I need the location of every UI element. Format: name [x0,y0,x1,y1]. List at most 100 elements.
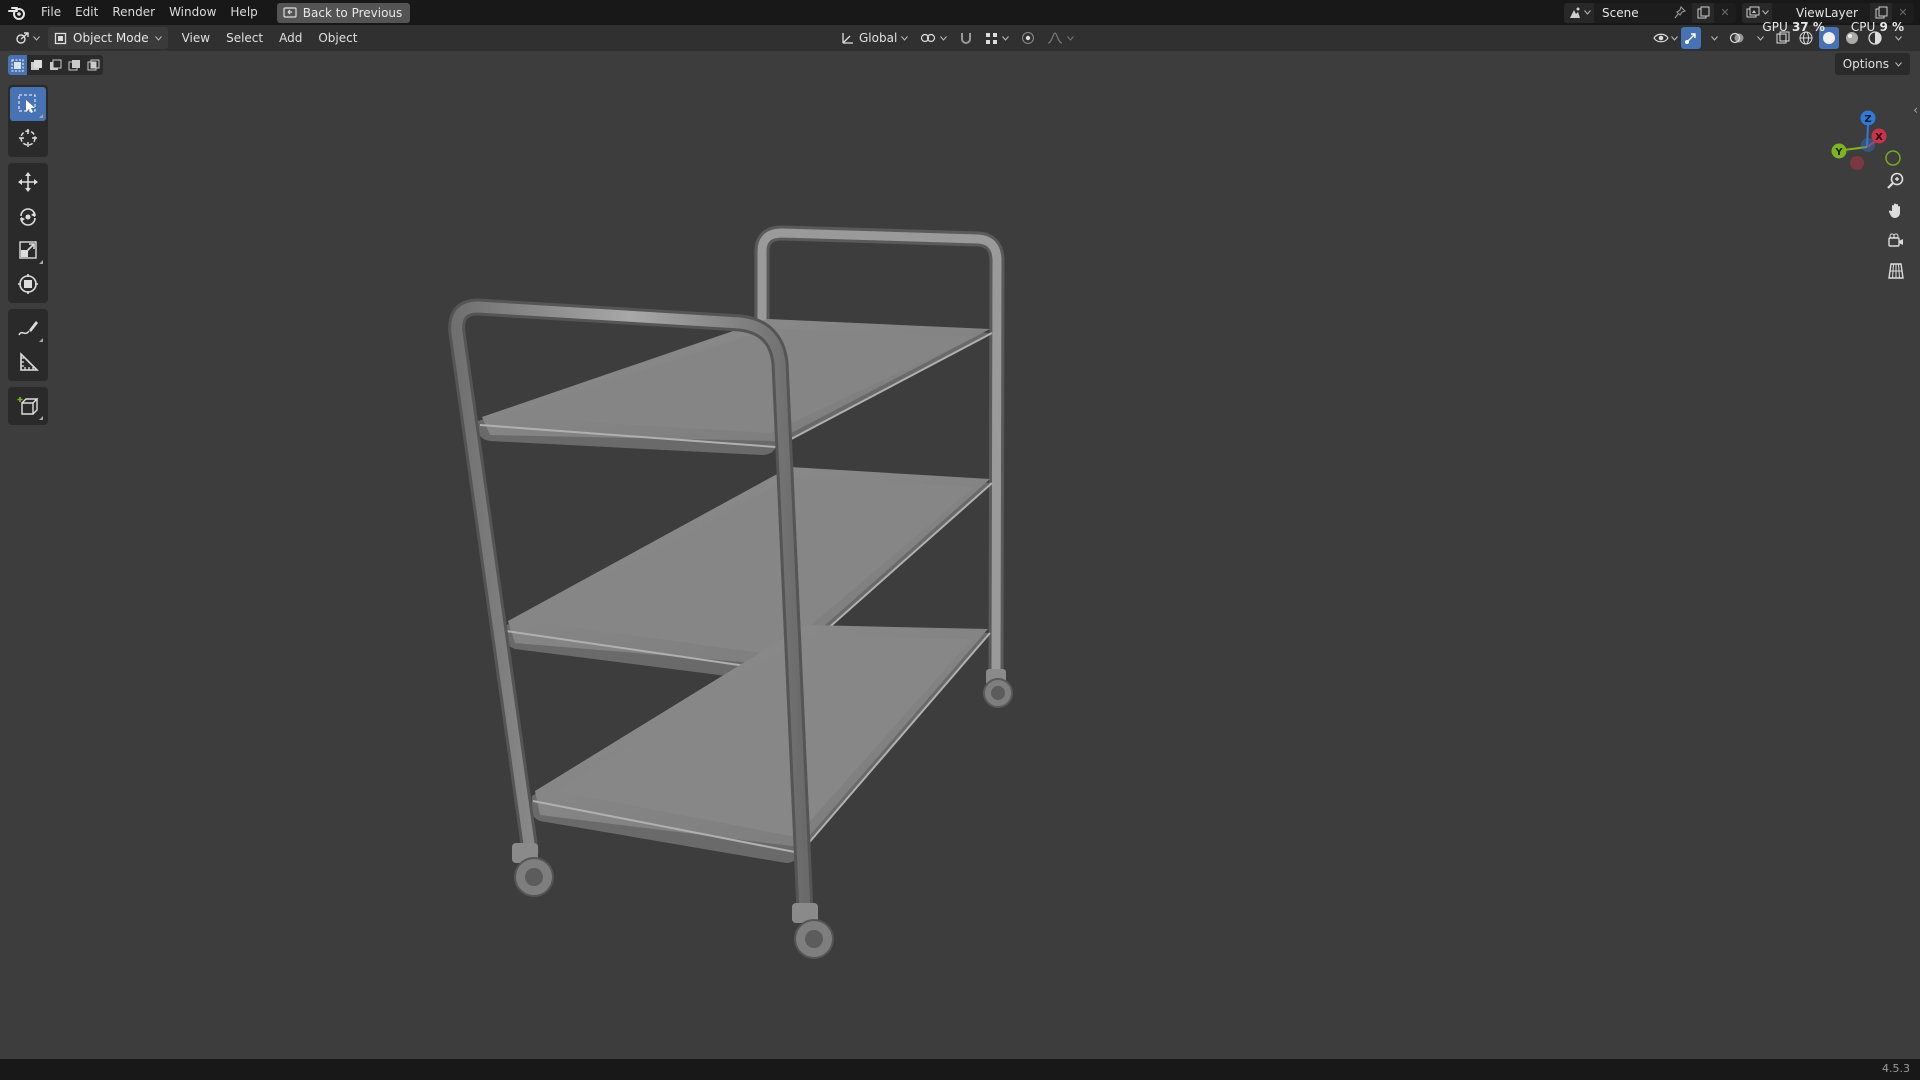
cursor-tool[interactable] [10,121,46,155]
view-layer-name: ViewLayer [1796,5,1858,20]
performance-stats: GPU 37 % CPU 9 % [1762,20,1904,34]
zoom-button[interactable] [1881,166,1911,196]
grid-perspective-icon [1888,263,1904,279]
perspective-toggle-button[interactable] [1881,256,1911,286]
3d-viewport-icon [15,32,29,44]
add-cube-tool[interactable] [10,389,46,423]
chevron-down-icon [1067,35,1075,41]
menu-render[interactable]: Render [105,0,162,25]
snap-toggle[interactable] [954,27,978,49]
version-label: 4.5.3 [1882,1062,1910,1075]
select-subtract-icon [50,59,62,70]
duplicate-icon [1697,6,1709,19]
scale-tool[interactable] [10,233,46,267]
shelf-bottom [531,625,991,863]
wheel-back-right [983,669,1013,708]
orientation-icon [842,33,853,44]
object-mode-dropdown[interactable]: Object Mode [48,27,168,49]
chevron-down-icon [1756,35,1764,41]
scene-name-field[interactable]: Scene [1594,2,1692,23]
select-intersect-button[interactable] [84,55,103,75]
cursor-icon [19,129,37,147]
tool-group-select [8,85,48,157]
rotate-icon [20,208,36,226]
menu-file[interactable]: File [34,0,68,25]
shelf-top [478,319,993,455]
navigation-tools [1881,166,1915,286]
move-tool[interactable] [10,165,46,199]
select-subtract-button[interactable] [46,55,65,75]
tool-variants-indicator [39,260,43,264]
overlays-toggle[interactable] [1727,27,1747,49]
gizmos-dropdown[interactable] [1704,27,1724,49]
scene-icon [1569,7,1580,18]
view-layer-icon [1746,6,1759,17]
sidebar-toggle-icon[interactable]: ‹ [1913,103,1918,117]
measure-tool[interactable] [10,345,46,379]
cpu-stat: CPU 9 % [1851,20,1904,34]
options-label: Options [1842,57,1889,71]
options-dropdown[interactable]: Options [1834,53,1910,75]
magnet-icon [961,33,972,44]
tool-variants-indicator [39,338,43,342]
move-icon [18,172,38,192]
scale-icon [19,241,37,259]
tool-group-transform [8,163,48,303]
snap-target-dropdown[interactable] [980,27,1014,49]
transform-tool[interactable] [10,267,46,301]
proportional-falloff-dropdown[interactable] [1042,27,1079,49]
annotate-tool[interactable] [10,311,46,345]
pan-button[interactable] [1881,196,1911,226]
service-cart-model[interactable] [430,211,1030,1001]
back-to-previous-button[interactable]: Back to Previous [276,2,411,23]
pivot-point-dropdown[interactable] [915,27,952,49]
gizmo-neg-x-handle[interactable] [1850,156,1864,170]
cpu-label: CPU [1850,20,1876,34]
new-scene-button[interactable] [1692,2,1714,23]
chevron-down-icon [1002,35,1010,41]
proportional-edit-icon [1022,31,1035,45]
wheel-front-right [792,903,834,959]
gizmo-z-label: Z [1864,114,1871,125]
delete-scene-button[interactable]: ✕ [1714,2,1736,23]
menu-help[interactable]: Help [223,0,264,25]
select-invert-button[interactable] [65,55,84,75]
gizmo-neg-y-handle[interactable] [1885,150,1901,166]
blender-logo-icon[interactable] [0,0,34,25]
camera-view-button[interactable] [1881,226,1911,256]
chevron-down-icon [1761,10,1769,15]
header-menu-view[interactable]: View [174,31,218,45]
3d-viewport[interactable]: Options Z X Y ‹ [0,51,1920,1059]
select-box-tool[interactable] [10,87,46,121]
visibility-dropdown[interactable] [1653,27,1678,49]
header-menu-select[interactable]: Select [218,31,271,45]
object-mode-icon [54,32,67,44]
editor-type-button[interactable] [6,27,48,49]
rotate-tool[interactable] [10,199,46,233]
close-icon: ✕ [1898,6,1908,19]
menu-window[interactable]: Window [162,0,223,25]
tool-shelf [8,85,48,431]
pin-icon[interactable] [1674,5,1686,20]
add-cube-icon [17,397,39,415]
tool-group-annotate [8,309,48,381]
scene-browse-button[interactable] [1564,2,1594,23]
gizmo-icon [1685,33,1696,44]
select-extend-button[interactable] [27,55,46,75]
mode-label: Object Mode [73,31,149,45]
snap-grid-icon [986,32,998,44]
duplicate-icon [1875,6,1887,19]
ruler-icon [20,352,39,371]
proportional-editing-toggle[interactable] [1016,27,1040,49]
transform-orientation-dropdown[interactable]: Global [836,27,913,49]
chevron-down-icon [1710,35,1718,41]
transform-orientation-label: Global [859,31,898,45]
header-menu-object[interactable]: Object [310,31,365,45]
select-new-button[interactable] [8,55,27,75]
back-to-previous-label: Back to Previous [302,5,403,20]
menu-edit[interactable]: Edit [68,0,105,25]
gizmos-toggle[interactable] [1681,27,1701,49]
select-box-icon [18,94,36,113]
status-bar: 4.5.3 [0,1059,1920,1080]
header-menu-add[interactable]: Add [271,31,310,45]
